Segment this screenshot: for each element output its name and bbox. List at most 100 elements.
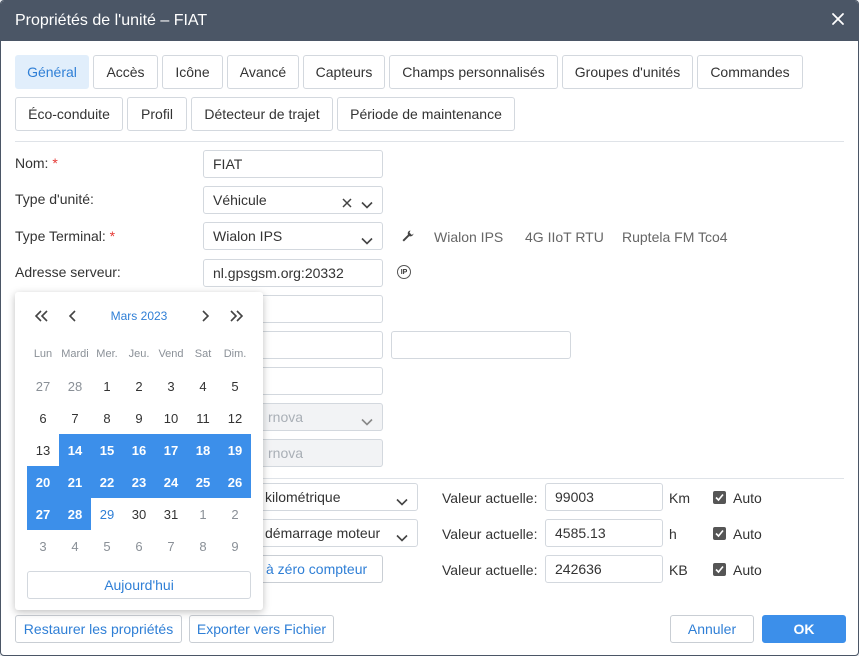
next-year-icon[interactable] [227,307,247,325]
calendar-day[interactable]: 25 [187,466,219,498]
calendar-day[interactable]: 21 [59,466,91,498]
tab-general[interactable]: Général [15,55,89,89]
tab-custom-fields[interactable]: Champs personnalisés [389,55,558,89]
calendar-day[interactable]: 29 [91,498,123,530]
calendar-day[interactable]: 17 [155,434,187,466]
terminal-suggestion-2[interactable]: 4G IIoT RTU [525,229,604,245]
traffic-auto-checkbox[interactable] [713,563,726,576]
tab-maintenance-period[interactable]: Période de maintenance [337,97,515,131]
date-picker-popup: Mars 2023 Lun Mardi Mer. Jeu. Vend Sat Dim. 27… [15,292,263,610]
calendar-day[interactable]: 12 [219,402,251,434]
calendar-day[interactable]: 1 [187,498,219,530]
calendar-day[interactable]: 6 [27,402,59,434]
calendar-day[interactable]: 13 [27,434,59,466]
tabs-divider [15,141,844,142]
calendar-day[interactable]: 19 [219,434,251,466]
calendar-day[interactable]: 22 [91,466,123,498]
calendar-day[interactable]: 14 [59,434,91,466]
calendar-day[interactable]: 5 [91,530,123,562]
mileage-value-input[interactable]: 99003 [545,483,663,511]
name-label: Nom: * [15,155,58,171]
tab-trip-detector[interactable]: Détecteur de trajet [191,97,333,131]
calendar-day[interactable]: 3 [155,370,187,402]
tab-access[interactable]: Accès [93,55,158,89]
title-bar: Propriétés de l'unité – FIAT [1,1,858,41]
dialog-title: Propriétés de l'unité – FIAT [15,12,208,29]
calendar-day[interactable]: 9 [219,530,251,562]
calendar-day[interactable]: 1 [91,370,123,402]
current-value-label: Valeur actuelle: [442,490,538,506]
calendar-day[interactable]: 8 [187,530,219,562]
tab-icon[interactable]: Icône [162,55,223,89]
clear-icon[interactable] [342,195,352,208]
calendar-day[interactable]: 28 [59,370,91,402]
chevron-down-icon [396,493,408,506]
engine-hours-auto-label: Auto [733,526,762,542]
calendar-day[interactable]: 4 [187,370,219,402]
calendar-month-title[interactable]: Mars 2023 [103,309,175,323]
tab-sensors[interactable]: Capteurs [303,55,385,89]
ok-button[interactable]: OK [762,615,846,643]
terminal-type-select[interactable]: Wialon IPS [203,222,383,250]
calendar-day[interactable]: 27 [27,498,59,530]
today-button[interactable]: Aujourd'hui [27,571,251,599]
mileage-unit: Km [669,490,690,506]
calendar-day[interactable]: 23 [123,466,155,498]
calendar-day[interactable]: 30 [123,498,155,530]
restore-properties-button[interactable]: Restaurer les propriétés [15,615,182,643]
calendar-day[interactable]: 27 [27,370,59,402]
cancel-button[interactable]: Annuler [670,615,754,643]
terminal-suggestion-1[interactable]: Wialon IPS [434,229,503,245]
mileage-auto-checkbox[interactable] [713,491,726,504]
name-input[interactable]: FIAT [203,150,383,178]
tab-eco-driving[interactable]: Éco-conduite [15,97,123,131]
calendar-day[interactable]: 9 [123,402,155,434]
unit-type-label: Type d'unité: [15,191,94,207]
tab-profile[interactable]: Profil [127,97,187,131]
calendar-day[interactable]: 15 [91,434,123,466]
prev-year-icon[interactable] [31,307,51,325]
mileage-auto-label: Auto [733,490,762,506]
calendar-day[interactable]: 26 [219,466,251,498]
engine-hours-auto-checkbox[interactable] [713,527,726,540]
weekday-label: Lun [33,348,53,360]
calendar-day[interactable]: 10 [155,402,187,434]
calendar-day[interactable]: 5 [219,370,251,402]
weekday-label: Sat [194,348,212,360]
tab-advanced[interactable]: Avancé [227,55,299,89]
export-to-file-button[interactable]: Exporter vers Fichier [189,615,334,643]
calendar-day[interactable]: 11 [187,402,219,434]
traffic-value-input[interactable]: 242636 [545,555,663,583]
calendar-day[interactable]: 28 [59,498,91,530]
calendar-day[interactable]: 7 [155,530,187,562]
calendar-day[interactable]: 24 [155,466,187,498]
calendar-day[interactable]: 6 [123,530,155,562]
prev-month-icon[interactable] [63,307,83,325]
unit-type-select[interactable]: Véhicule [203,186,383,214]
calendar-day[interactable]: 8 [91,402,123,434]
tab-unit-groups[interactable]: Groupes d'unités [562,55,693,89]
calendar-day[interactable]: 16 [123,434,155,466]
tab-commands[interactable]: Commandes [697,55,803,89]
calendar-day[interactable]: 4 [59,530,91,562]
traffic-auto-label: Auto [733,562,762,578]
calendar-day[interactable]: 18 [187,434,219,466]
ip-icon[interactable]: IP [397,265,411,279]
close-icon[interactable] [830,11,846,27]
engine-hours-value-input[interactable]: 4585.13 [545,519,663,547]
terminal-suggestion-3[interactable]: Ruptela FM Tco4 [622,229,728,245]
wrench-icon[interactable] [401,229,415,243]
unit-properties-dialog: Propriétés de l'unité – FIAT Général Acc… [0,0,859,656]
calendar-day[interactable]: 31 [155,498,187,530]
calendar-day[interactable]: 20 [27,466,59,498]
calendar-day[interactable]: 7 [59,402,91,434]
current-value-label: Valeur actuelle: [442,562,538,578]
next-month-icon[interactable] [195,307,215,325]
hidden-input-3[interactable] [391,331,571,359]
calendar-day[interactable]: 2 [123,370,155,402]
chevron-down-icon [361,413,373,426]
server-address-input[interactable]: nl.gpsgsm.org:20332 [203,259,383,287]
engine-hours-unit: h [669,526,677,542]
calendar-day[interactable]: 3 [27,530,59,562]
calendar-day[interactable]: 2 [219,498,251,530]
